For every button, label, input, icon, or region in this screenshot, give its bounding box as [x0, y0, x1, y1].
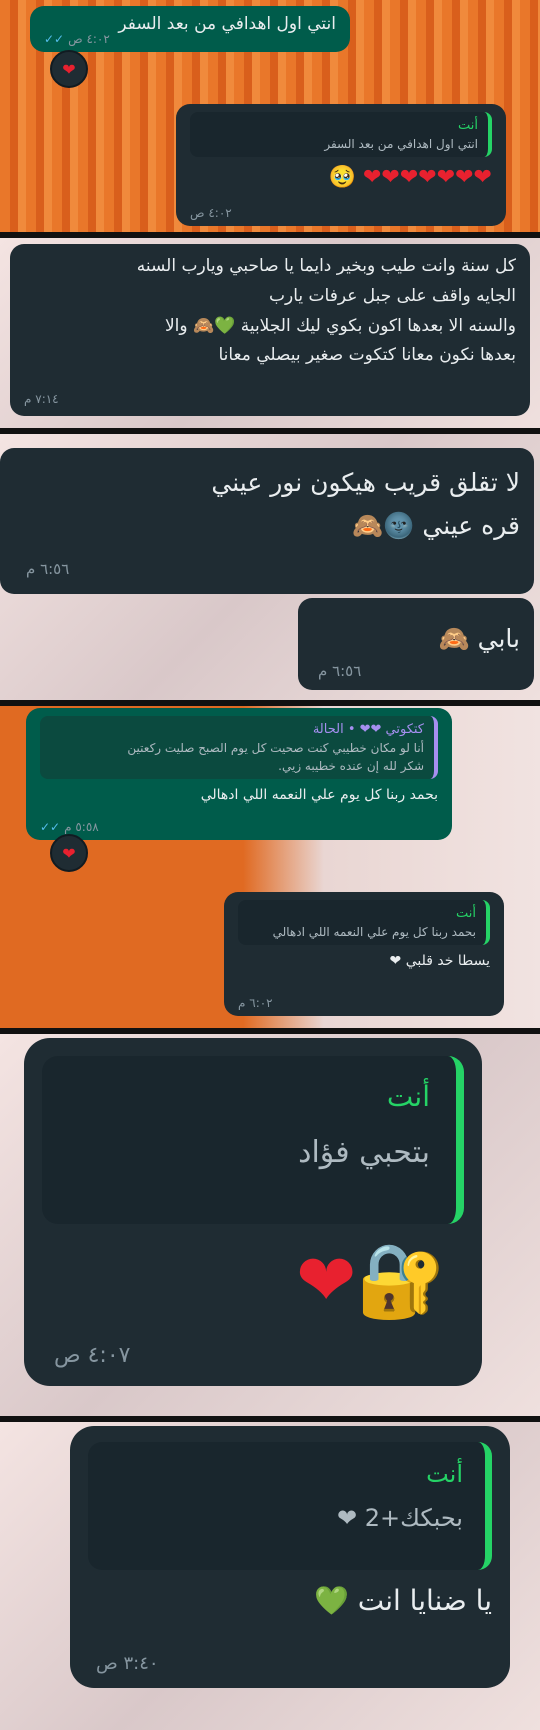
message-meta: ٥:٥٨ م ✓✓: [40, 820, 99, 834]
message-meta: ٦:٥٦ م: [318, 662, 361, 680]
message-line: قره عيني 🌚🙈: [352, 510, 520, 540]
message-time: ٥:٥٨ م: [64, 820, 99, 834]
read-ticks-icon: ✓✓: [40, 820, 61, 834]
reaction-badge[interactable]: ❤: [50, 834, 88, 872]
screenshot-panel-1: انتي اول اهدافي من بعد السفر ٤:٠٢ ص ✓✓ ❤…: [0, 0, 540, 232]
message-emoji: 🔐❤: [296, 1238, 446, 1322]
message-bubble[interactable]: أنت انتي اول اهدافي من بعد السفر ❤❤❤❤❤❤❤…: [176, 104, 506, 226]
quote-author: كتكوتي ❤❤ • الحالة: [312, 722, 424, 737]
message-time: ٣:٤٠ ص: [96, 1653, 159, 1674]
quote-text: بتحبي فؤاد: [298, 1135, 430, 1170]
screenshot-panel-6: أنت بحبكك+2 ❤ يا ضنايا انت 💚 ٣:٤٠ ص: [0, 1422, 540, 1730]
quoted-message[interactable]: أنت بحمد ربنا كل يوم علي النعمه اللي اده…: [238, 900, 490, 945]
message-text: يا ضنايا انت 💚: [313, 1584, 492, 1617]
message-meta: ٤:٠٧ ص: [54, 1343, 130, 1368]
message-bubble[interactable]: بابي 🙈 ٦:٥٦ م: [298, 598, 534, 690]
screenshot-panel-3: لا تقلق قريب هيكون نور عيني قره عيني 🌚🙈 …: [0, 434, 540, 700]
message-text: ❤❤❤❤❤❤❤ 🥹: [190, 165, 492, 190]
message-time: ٦:٠٢ م: [238, 996, 273, 1010]
message-bubble[interactable]: لا تقلق قريب هيكون نور عيني قره عيني 🌚🙈 …: [0, 448, 534, 594]
message-bubble[interactable]: أنت بحبكك+2 ❤ يا ضنايا انت 💚 ٣:٤٠ ص: [70, 1426, 510, 1688]
screenshot-panel-5: أنت بتحبي فؤاد 🔐❤ ٤:٠٧ ص: [0, 1034, 540, 1416]
heart-icon: ❤: [62, 59, 76, 79]
message-meta: ٤:٠٢ ص: [190, 206, 232, 220]
message-line: كل سنة وانت طيب وبخير دايما يا صاحبي ويا…: [136, 256, 516, 276]
read-ticks-icon: ✓✓: [44, 32, 65, 46]
message-time: ٤:٠٢ ص: [190, 206, 232, 220]
screenshot-panel-4: كتكوتي ❤❤ • الحالة أنا لو مكان خطيبي كنت…: [0, 706, 540, 1028]
heart-icon: ❤: [62, 843, 76, 863]
quote-author: أنت: [458, 118, 478, 133]
quote-text: أنا لو مكان خطيبي كنت صحيت كل يوم الصبح …: [127, 741, 424, 755]
quoted-message[interactable]: أنت بتحبي فؤاد: [42, 1056, 464, 1224]
message-bubble[interactable]: أنت بتحبي فؤاد 🔐❤ ٤:٠٧ ص: [24, 1038, 482, 1386]
quoted-message[interactable]: أنت انتي اول اهدافي من بعد السفر: [190, 112, 492, 157]
message-text: بحمد ربنا كل يوم علي النعمه اللي ادهالي: [200, 787, 438, 803]
face-icon: 🥹: [328, 165, 356, 190]
quote-author: أنت: [456, 906, 476, 921]
heart-icon: ❤❤❤❤❤❤❤: [362, 165, 492, 190]
message-time: ٤:٠٧ ص: [54, 1343, 131, 1368]
message-text: بابي 🙈: [438, 624, 520, 653]
quoted-status[interactable]: كتكوتي ❤❤ • الحالة أنا لو مكان خطيبي كنت…: [40, 716, 438, 779]
message-time: ٤:٠٢ ص: [68, 32, 110, 46]
quote-author: أنت: [386, 1080, 430, 1113]
message-meta: ٤:٠٢ ص ✓✓: [44, 32, 110, 46]
message-time: ٦:٥٦ م: [26, 559, 70, 578]
message-meta: ٦:٥٦ م: [26, 557, 69, 583]
message-bubble[interactable]: انتي اول اهدافي من بعد السفر ٤:٠٢ ص ✓✓: [30, 6, 350, 52]
message-line: الجايه واقف على جبل عرفات يارب: [269, 285, 516, 306]
message-text: انتي اول اهدافي من بعد السفر: [118, 14, 336, 34]
message-bubble[interactable]: كل سنة وانت طيب وبخير دايما يا صاحبي ويا…: [10, 244, 530, 416]
message-meta: ٦:٠٢ م: [238, 996, 273, 1010]
message-meta: ٧:١٤ م: [24, 389, 59, 410]
message-meta: ٣:٤٠ ص: [96, 1653, 159, 1674]
message-line: والسنه الا بعدها اكون بكوي ليك الجلابية …: [164, 315, 516, 336]
message-time: ٦:٥٦ م: [318, 662, 362, 680]
quote-author: أنت: [426, 1460, 463, 1488]
message-time: ٧:١٤ م: [24, 392, 59, 406]
message-bubble[interactable]: كتكوتي ❤❤ • الحالة أنا لو مكان خطيبي كنت…: [26, 708, 452, 840]
message-line: بعدها نكون معانا كتكوت صغير بيصلي معانا: [218, 345, 516, 366]
quote-text: شكر لله إن عنده خطيبه زيي.: [278, 759, 424, 773]
quote-text: بحبكك+2 ❤: [336, 1504, 463, 1532]
reaction-badge[interactable]: ❤: [50, 50, 88, 88]
message-bubble[interactable]: أنت بحمد ربنا كل يوم علي النعمه اللي اده…: [224, 892, 504, 1016]
quoted-message[interactable]: أنت بحبكك+2 ❤: [88, 1442, 492, 1570]
screenshot-panel-2: كل سنة وانت طيب وبخير دايما يا صاحبي ويا…: [0, 238, 540, 428]
quote-text: بحمد ربنا كل يوم علي النعمه اللي ادهالي: [272, 925, 476, 939]
message-text: يسطا خد قلبي ❤: [389, 953, 490, 969]
message-line: لا تقلق قريب هيكون نور عيني: [211, 468, 520, 497]
quote-text: انتي اول اهدافي من بعد السفر: [324, 137, 478, 151]
